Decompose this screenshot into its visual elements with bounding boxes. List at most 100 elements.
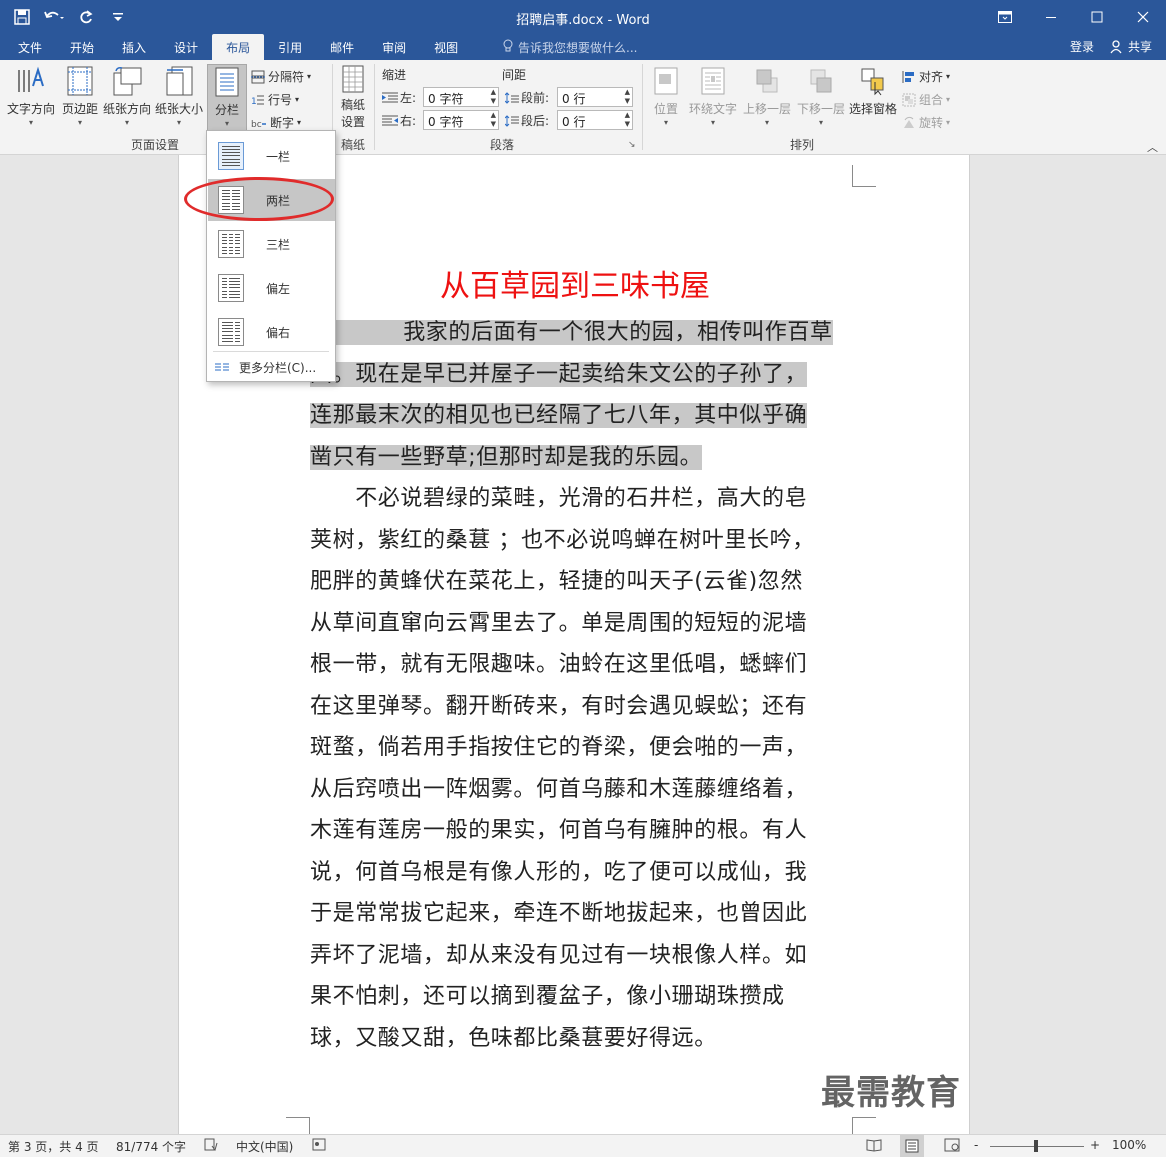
spinner-arrows-icon[interactable]: ▲ ▼ xyxy=(625,111,630,129)
orientation-button[interactable]: 纸张方向 ▾ xyxy=(102,64,152,128)
spinner-arrows-icon[interactable]: ▲ ▼ xyxy=(491,111,496,129)
columns-option-1[interactable]: 两栏 xyxy=(208,179,335,221)
tab-5[interactable]: 引用 xyxy=(264,34,316,60)
indent-left-input[interactable]: 0 字符 ▲ ▼ xyxy=(423,87,499,107)
spinner-arrows-icon[interactable]: ▲ ▼ xyxy=(491,88,496,106)
text-direction-icon xyxy=(14,64,48,98)
columns-dropdown: 更多分栏(C)... 一栏两栏三栏偏左 偏右 xyxy=(206,130,336,382)
draft-paper-icon xyxy=(336,64,370,94)
collapse-ribbon-icon[interactable]: ︿ xyxy=(1147,139,1158,155)
read-mode-icon[interactable] xyxy=(866,1138,882,1155)
proofing-icon[interactable] xyxy=(204,1138,218,1154)
indent-right-icon xyxy=(382,115,398,125)
spacing-after-icon xyxy=(505,114,519,127)
margins-button[interactable]: 页边距 ▾ xyxy=(60,64,100,128)
customize-qat-icon[interactable] xyxy=(104,4,132,30)
spinner-arrows-icon[interactable]: ▲ ▼ xyxy=(625,88,630,106)
selection-pane-button[interactable]: 选择窗格 xyxy=(848,64,898,128)
columns-option-label: 一栏 xyxy=(266,149,291,164)
paragraph-line: 球，又酸又甜，色味都比桑葚要好得远。 xyxy=(310,1025,717,1051)
paragraph-line: 凿只有一些野草;但那时却是我的乐园。 xyxy=(310,444,703,470)
paragraph-2[interactable]: 不必说碧绿的菜畦，光滑的石井栏，高大的皂 荚树，紫红的桑葚 ；也不必说鸣蝉在树叶里… xyxy=(310,478,842,1059)
zoom-slider-thumb[interactable] xyxy=(1034,1140,1038,1152)
spacing-after-input[interactable]: 0 行 ▲ ▼ xyxy=(557,110,633,130)
ribbon-display-options-icon[interactable] xyxy=(982,0,1028,34)
share-button[interactable]: 共享 xyxy=(1110,38,1152,55)
tab-3[interactable]: 设计 xyxy=(160,34,212,60)
send-backward-button[interactable]: 下移一层 ▾ xyxy=(796,64,846,128)
position-button[interactable]: 位置 ▾ xyxy=(648,64,684,128)
paper-size-icon xyxy=(162,64,196,98)
close-button[interactable] xyxy=(1120,0,1166,34)
page-count[interactable]: 第 3 页，共 4 页 xyxy=(8,1138,99,1155)
macro-record-icon[interactable] xyxy=(312,1138,326,1154)
zoom-out-button[interactable]: - xyxy=(974,1138,978,1152)
paragraph-line: 园。现在是早已并屋子一起卖给朱文公的子孙了， xyxy=(310,361,808,387)
tab-7[interactable]: 审阅 xyxy=(368,34,420,60)
paragraph-line: 荚树，紫红的桑葚 ；也不必说鸣蝉在树叶里长吟， xyxy=(310,527,815,553)
maximize-button[interactable] xyxy=(1074,0,1120,34)
columns-option-0[interactable]: 一栏 xyxy=(208,135,335,177)
tell-me-box[interactable]: 告诉我您想要做什么... xyxy=(502,39,637,56)
tab-4[interactable]: 布局 xyxy=(212,34,265,60)
draft-settings-button[interactable]: 稿纸 设置 xyxy=(336,64,370,129)
document-heading[interactable]: 从百草园到三味书屋 xyxy=(310,261,840,305)
undo-icon[interactable] xyxy=(40,4,68,30)
save-icon[interactable] xyxy=(8,4,36,30)
paragraph-line: 在这里弹琴。翻开断砖来，有时会遇见蜈蚣；还有 xyxy=(310,693,808,719)
zoom-level[interactable]: 100% xyxy=(1112,1138,1146,1152)
crop-mark xyxy=(852,165,876,187)
tab-2[interactable]: 插入 xyxy=(108,34,160,60)
spacing-before-input[interactable]: 0 行 ▲ ▼ xyxy=(557,87,633,107)
group-button[interactable]: 组合 ▾ xyxy=(902,89,950,110)
column-layout-icon xyxy=(218,274,244,302)
svg-text:1: 1 xyxy=(251,97,257,107)
web-layout-icon[interactable] xyxy=(944,1138,960,1155)
paragraph-dialog-launcher-icon[interactable]: ↘ xyxy=(628,140,636,150)
paragraph-line: 连那最末次的相见也已经隔了七八年，其中似乎确 xyxy=(310,403,808,428)
minimize-button[interactable] xyxy=(1028,0,1074,34)
tab-1[interactable]: 开始 xyxy=(56,34,108,60)
ribbon-tabs: 文件 开始 插入 设计 布局 引用 邮件 审阅 视图 xyxy=(4,34,472,60)
redo-icon[interactable] xyxy=(72,4,100,30)
tab-8[interactable]: 视图 xyxy=(420,34,472,60)
orientation-icon xyxy=(110,64,144,98)
paragraph-line: 斑蝥，倘若用手指按住它的脊梁，便会啪的一声， xyxy=(310,735,808,760)
spacing-before-label: 段前: xyxy=(505,89,549,106)
columns-button[interactable]: 分栏 ▾ xyxy=(207,64,247,134)
title-bar: 招聘启事.docx - Word xyxy=(0,0,1166,34)
indent-right-input[interactable]: 0 字符 ▲ ▼ xyxy=(423,110,499,130)
columns-option-label: 三栏 xyxy=(266,237,291,252)
tab-6[interactable]: 邮件 xyxy=(316,34,368,60)
paragraph-1[interactable]: 我家的后面有一个很大的园，相传叫作百草 园。现在是早已并屋子一起卖给朱文公的子孙… xyxy=(310,312,842,478)
column-layout-icon xyxy=(218,318,244,346)
word-count[interactable]: 81/774 个字 xyxy=(116,1138,186,1155)
rotate-button[interactable]: 旋转 ▾ xyxy=(902,112,950,133)
login-link[interactable]: 登录 xyxy=(1070,38,1094,55)
size-button[interactable]: 纸张大小 ▾ xyxy=(154,64,204,128)
text-direction-button[interactable]: 文字方向 ▾ xyxy=(6,64,56,128)
align-button[interactable]: 对齐 ▾ xyxy=(902,66,950,87)
zoom-in-button[interactable]: + xyxy=(1090,1138,1100,1152)
columns-option-2[interactable]: 三栏 xyxy=(208,223,335,265)
print-layout-icon[interactable] xyxy=(900,1135,924,1157)
wrap-text-button[interactable]: 环绕文字 ▾ xyxy=(688,64,738,128)
spacing-after-label: 段后: xyxy=(505,112,549,129)
breaks-button[interactable]: 分隔符 ▾ xyxy=(251,66,311,87)
more-columns-item[interactable]: 更多分栏(C)... xyxy=(215,359,316,376)
indent-left-icon xyxy=(382,92,398,102)
language-indicator[interactable]: 中文(中国) xyxy=(236,1138,293,1155)
paragraph-line: 果不怕刺，还可以摘到覆盆子，像小珊瑚珠攒成 xyxy=(310,984,785,1009)
crop-mark xyxy=(286,1117,310,1134)
tab-0[interactable]: 文件 xyxy=(4,34,56,60)
columns-option-4[interactable]: 偏右 xyxy=(208,311,335,353)
columns-option-3[interactable]: 偏左 xyxy=(208,267,335,309)
line-numbers-button[interactable]: 1 行号 ▾ xyxy=(251,89,299,110)
rotate-icon xyxy=(904,116,914,128)
column-layout-icon xyxy=(218,142,244,170)
indent-right-label: 右: xyxy=(382,112,416,129)
paragraph-group-label: 段落 xyxy=(489,138,514,152)
bring-forward-button[interactable]: 上移一层 ▾ xyxy=(742,64,792,128)
page-setup-group-label: 页面设置 xyxy=(130,138,179,152)
more-columns-icon xyxy=(215,363,229,370)
